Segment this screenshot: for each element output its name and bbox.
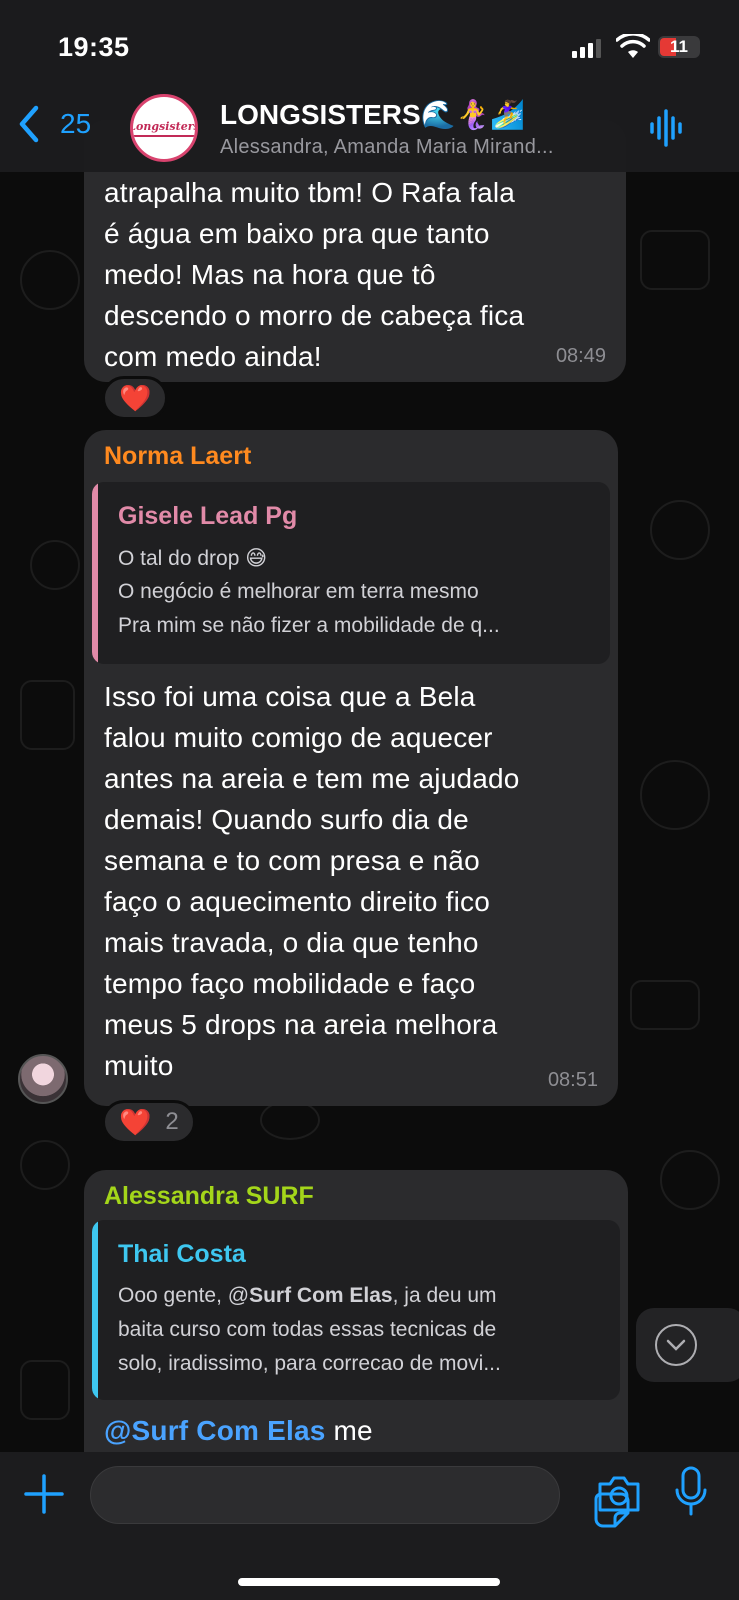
message-line: muito: [104, 1050, 174, 1081]
message-bubble[interactable]: Alessandra SURF Thai Costa Ooo gente, @S…: [84, 1170, 628, 1490]
unread-count: 25: [60, 108, 92, 139]
group-avatar[interactable]: Longsisters: [130, 94, 198, 162]
battery-level: 11: [670, 37, 688, 56]
message-bubble[interactable]: Norma Laert Gisele Lead Pg O tal do drop…: [84, 430, 618, 1106]
message-input-bar: [0, 1452, 739, 1600]
message-line: Isso foi uma coisa que a Bela: [104, 681, 476, 712]
scroll-to-bottom-button[interactable]: [636, 1308, 739, 1382]
message-line: é água em baixo pra que tanto: [104, 218, 490, 249]
status-time: 19:35: [58, 32, 130, 62]
mention-link[interactable]: Surf Com Elas: [132, 1415, 326, 1446]
plus-icon[interactable]: [24, 1474, 64, 1514]
quoted-message[interactable]: Gisele Lead Pg O tal do drop 😅 O negócio…: [92, 482, 610, 664]
message-text: atrapalha muito tbm! O Rafa fala é água …: [104, 172, 524, 377]
quoted-message[interactable]: Thai Costa Ooo gente, @Surf Com Elas, ja…: [92, 1220, 620, 1400]
message-input[interactable]: [90, 1466, 630, 1528]
status-bar: 19:35 11: [0, 28, 739, 68]
quote-bar: [92, 482, 98, 664]
message-time: 08:51: [547, 1069, 598, 1091]
message-text: @Surf Com Elas me: [104, 1410, 373, 1451]
quote-line: baita curso com todas essas tecnicas de: [118, 1318, 497, 1341]
message-time: 08:49: [555, 345, 606, 367]
quote-text: Ooo gente, @: [118, 1284, 250, 1307]
quote-bar: [92, 1220, 98, 1400]
message-line: descendo o morro de cabeça fica: [104, 300, 525, 331]
chat-header: 19:35 11 25 Longsisters LONGSISTERS🌊🧜‍♀️…: [0, 0, 739, 172]
group-avatar-logo: Longsisters: [133, 120, 195, 137]
camera-icon[interactable]: [596, 1474, 642, 1514]
message-line: mais travada, o dia que tenho: [104, 927, 479, 958]
reaction-count: 2: [165, 1108, 179, 1135]
message-line: atrapalha muito tbm! O Rafa fala: [104, 177, 516, 208]
message-text-tail: me: [325, 1415, 373, 1446]
home-indicator[interactable]: [238, 1578, 500, 1586]
heart-reaction-icon: ❤️: [119, 383, 152, 413]
group-title[interactable]: LONGSISTERS🌊🧜‍♀️🏄‍♀️: [220, 98, 525, 131]
heart-reaction-icon: ❤️: [119, 1107, 152, 1137]
quote-line: O tal do drop 😅: [118, 547, 268, 570]
sender-name[interactable]: Alessandra SURF: [104, 1182, 314, 1211]
battery-icon: 11: [658, 36, 700, 58]
sender-avatar[interactable]: [18, 1054, 68, 1104]
message-line: falou muito comigo de aquecer: [104, 722, 493, 753]
quote-line: Ooo gente, @Surf Com Elas, ja deu um: [118, 1284, 497, 1308]
quote-text: , ja deu um: [392, 1284, 497, 1307]
reaction-badge[interactable]: ❤️: [102, 376, 169, 420]
cellular-signal-icon: [572, 38, 601, 58]
message-line: antes na areia e tem me ajudado: [104, 763, 520, 794]
back-button[interactable]: 25: [16, 104, 91, 144]
quote-mention[interactable]: Surf Com Elas: [249, 1284, 393, 1307]
message-text: Isso foi uma coisa que a Bela falou muit…: [104, 676, 520, 1086]
reaction-badge[interactable]: ❤️ 2: [102, 1100, 196, 1144]
microphone-icon[interactable]: [674, 1466, 708, 1518]
quote-line: solo, iradissimo, para correcao de movi.…: [118, 1352, 501, 1375]
sender-name[interactable]: Norma Laert: [104, 442, 251, 471]
chevron-down-icon: [655, 1324, 697, 1366]
audio-chat-icon[interactable]: [648, 108, 684, 148]
quote-sender: Gisele Lead Pg: [118, 502, 298, 530]
chevron-left-icon: [19, 105, 39, 143]
message-line: medo! Mas na hora que tô: [104, 259, 436, 290]
message-line: meus 5 drops na areia melhora: [104, 1009, 498, 1040]
message-line: semana e to com presa e não: [104, 845, 480, 876]
chat-nav: 25 Longsisters LONGSISTERS🌊🧜‍♀️🏄‍♀️ Ales…: [0, 90, 739, 170]
message-line: demais! Quando surfo dia de: [104, 804, 469, 835]
group-members[interactable]: Alessandra, Amanda Maria Mirand...: [220, 136, 554, 159]
quote-sender: Thai Costa: [118, 1240, 246, 1268]
message-line: tempo faço mobilidade e faço: [104, 968, 476, 999]
message-line: com medo ainda!: [104, 341, 322, 372]
quote-line: O negócio é melhorar em terra mesmo: [118, 580, 479, 603]
message-line: faço o aquecimento direito fico: [104, 886, 490, 917]
wifi-icon: [616, 34, 650, 58]
mention-prefix: @: [104, 1415, 132, 1446]
quote-line: Pra mim se não fizer a mobilidade de q..…: [118, 614, 500, 637]
